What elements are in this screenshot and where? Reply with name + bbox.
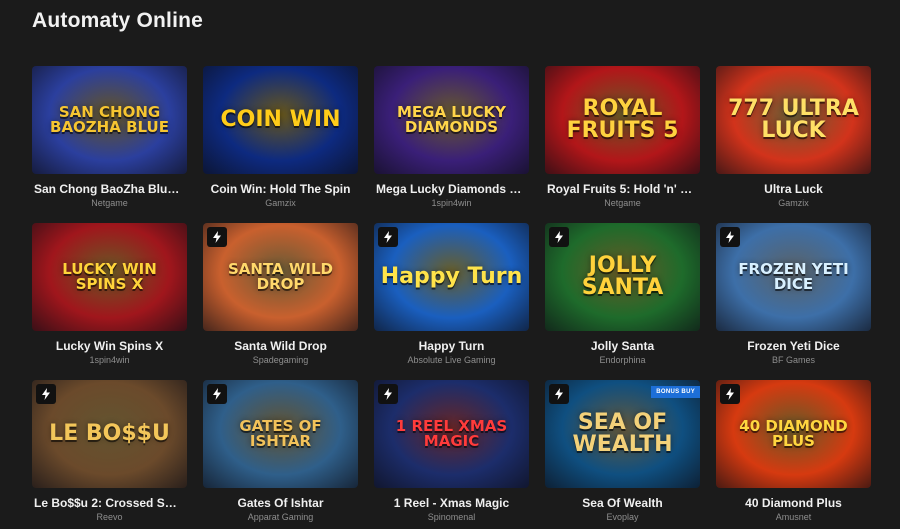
game-thumbnail[interactable]: ROYAL FRUITS 5 [545,66,700,174]
game-provider: 1spin4win [431,198,472,208]
game-card[interactable]: JOLLY SANTA Jolly Santa Endorphina [545,223,700,380]
game-title[interactable]: Le Bo$$u 2: Crossed Swords [32,496,187,510]
game-logo-art: FROZEN YETI DICE [738,260,849,293]
lightning-icon [207,227,227,247]
game-card[interactable]: SANTA WILD DROP Santa Wild Drop Spadegamin… [203,223,358,380]
game-thumbnail[interactable]: JOLLY SANTA [545,223,700,331]
game-card[interactable]: LE BO$$U Le Bo$$u 2: Crossed Swords Reevo [32,380,187,529]
game-title[interactable]: Mega Lucky Diamonds Hol... [374,182,529,196]
game-provider: BF Games [771,355,815,365]
game-provider: Absolute Live Gaming [407,355,496,365]
game-thumbnail[interactable]: SANTA WILD DROP [203,223,358,331]
bonus-buy-badge: BONUS BUY [651,386,700,398]
game-provider: Apparat Gaming [247,512,314,522]
game-logo-art: SAN CHONG BAOZHA BLUE [50,103,169,136]
lightning-icon [720,384,740,404]
game-provider: Endorphina [599,355,646,365]
game-logo-art: 40 DIAMOND PLUS [739,417,848,450]
game-title[interactable]: Happy Turn [374,339,529,353]
game-thumbnail[interactable]: Happy Turn [374,223,529,331]
game-thumbnail[interactable]: COIN WIN [203,66,358,174]
game-logo-art: GATES OF ISHTAR [239,417,322,450]
lightning-icon [36,384,56,404]
lightning-icon [207,384,227,404]
game-provider: Spinomenal [427,512,476,522]
game-thumbnail[interactable]: LUCKY WIN SPINS X [32,223,187,331]
game-title[interactable]: Jolly Santa [545,339,700,353]
games-grid: SAN CHONG BAOZHA BLUE San Chong BaoZha Bl… [32,66,872,529]
game-thumbnail[interactable]: SEA OF WEALTH BONUS BUY [545,380,700,488]
game-title[interactable]: Lucky Win Spins X [32,339,187,353]
game-logo-art: COIN WIN [220,107,341,132]
game-card[interactable]: MEGA LUCKY DIAMONDS Mega Lucky Diamonds H… [374,66,529,223]
game-provider: Spadegaming [252,355,309,365]
game-provider: Netgame [91,198,128,208]
lightning-icon [549,384,569,404]
game-provider: Gamzix [778,198,809,208]
game-card[interactable]: GATES OF ISHTAR Gates Of Ishtar Apparat Ga… [203,380,358,529]
game-title[interactable]: Ultra Luck [716,182,871,196]
game-card[interactable]: SEA OF WEALTH BONUS BUY Sea Of Wealth Evopl… [545,380,700,529]
game-card[interactable]: ROYAL FRUITS 5 Royal Fruits 5: Hold 'n' L… [545,66,700,223]
game-logo-art: SANTA WILD DROP [228,260,333,293]
lightning-icon [549,227,569,247]
game-title[interactable]: 1 Reel - Xmas Magic [374,496,529,510]
game-logo-art: SEA OF WEALTH [572,410,673,457]
game-provider: Reevo [96,512,123,522]
game-title[interactable]: Gates Of Ishtar [203,496,358,510]
game-title[interactable]: San Chong BaoZha Blue: B... [32,182,187,196]
game-logo-art: 1 REEL XMAS MAGIC [395,417,508,450]
game-logo-art: JOLLY SANTA [581,253,664,300]
game-logo-art: 777 ULTRA LUCK [728,96,859,143]
game-provider: Gamzix [265,198,296,208]
game-logo-art: LUCKY WIN SPINS X [62,260,157,293]
game-logo-art: ROYAL FRUITS 5 [566,96,679,143]
game-card[interactable]: SAN CHONG BAOZHA BLUE San Chong BaoZha Bl… [32,66,187,223]
game-card[interactable]: 1 REEL XMAS MAGIC 1 Reel - Xmas Magic Spin… [374,380,529,529]
game-logo-art: LE BO$$U [49,421,170,446]
game-card[interactable]: COIN WIN Coin Win: Hold The Spin Gamzix [203,66,358,223]
game-logo-art: Happy Turn [380,264,523,289]
game-card[interactable]: FROZEN YETI DICE Frozen Yeti Dice BF Games [716,223,871,380]
page-title: Automaty Online [32,9,204,32]
game-thumbnail[interactable]: 777 ULTRA LUCK [716,66,871,174]
game-card[interactable]: LUCKY WIN SPINS X Lucky Win Spins X 1spin4… [32,223,187,380]
lightning-icon [378,384,398,404]
game-thumbnail[interactable]: SAN CHONG BAOZHA BLUE [32,66,187,174]
game-provider: Evoplay [606,512,639,522]
game-title[interactable]: Sea Of Wealth [545,496,700,510]
game-logo-art: MEGA LUCKY DIAMONDS [396,103,506,136]
game-title[interactable]: Santa Wild Drop [203,339,358,353]
game-card[interactable]: 40 DIAMOND PLUS 40 Diamond Plus Amusnet [716,380,871,529]
lightning-icon [720,227,740,247]
game-thumbnail[interactable]: MEGA LUCKY DIAMONDS [374,66,529,174]
game-thumbnail[interactable]: 40 DIAMOND PLUS [716,380,871,488]
game-thumbnail[interactable]: GATES OF ISHTAR [203,380,358,488]
game-thumbnail[interactable]: LE BO$$U [32,380,187,488]
game-title[interactable]: Coin Win: Hold The Spin [203,182,358,196]
lightning-icon [378,227,398,247]
game-thumbnail[interactable]: 1 REEL XMAS MAGIC [374,380,529,488]
game-title[interactable]: Frozen Yeti Dice [716,339,871,353]
game-provider: 1spin4win [89,355,130,365]
game-thumbnail[interactable]: FROZEN YETI DICE [716,223,871,331]
game-card[interactable]: Happy Turn Happy Turn Absolute Live Gaming [374,223,529,380]
game-title[interactable]: Royal Fruits 5: Hold 'n' Link [545,182,700,196]
game-provider: Netgame [604,198,641,208]
game-card[interactable]: 777 ULTRA LUCK Ultra Luck Gamzix [716,66,871,223]
game-title[interactable]: 40 Diamond Plus [716,496,871,510]
game-provider: Amusnet [775,512,812,522]
